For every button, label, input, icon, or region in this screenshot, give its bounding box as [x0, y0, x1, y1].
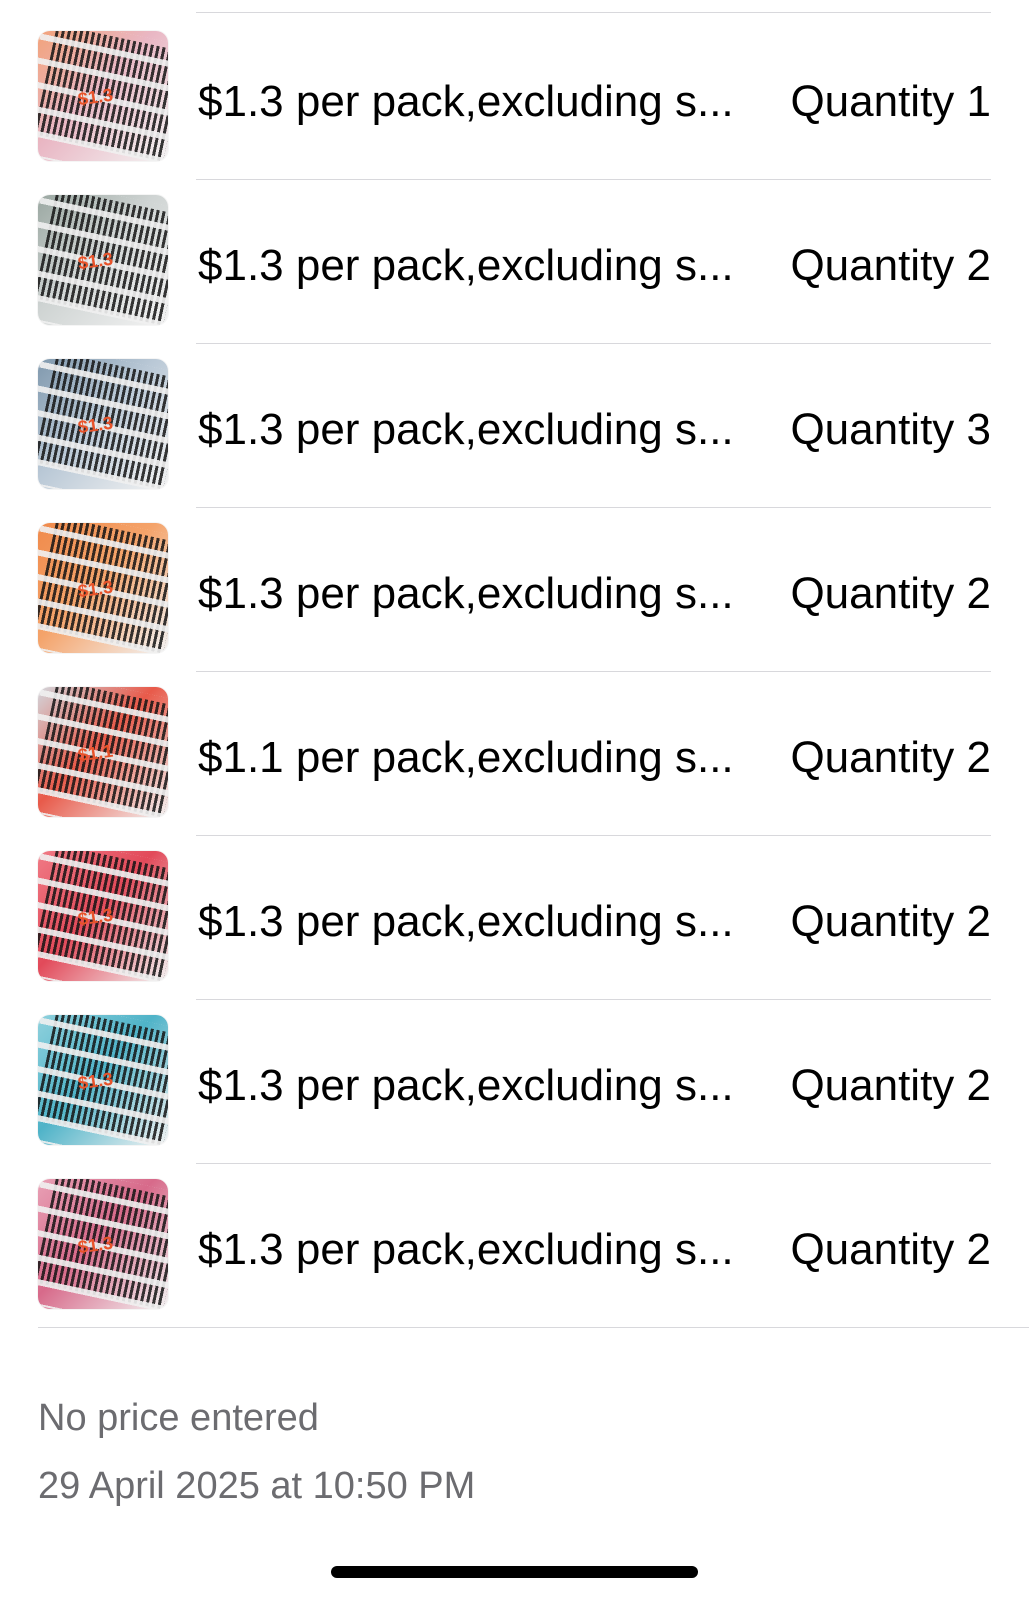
item-title: $1.3 per pack,excluding s... [198, 405, 734, 454]
order-timestamp: 29 April 2025 at 10:50 PM [38, 1465, 476, 1507]
product-thumbnail: $1.3 [38, 359, 168, 489]
list-item[interactable]: $1.1 $1.1 per pack,excluding s... Quantity… [0, 668, 1029, 836]
item-quantity: Quantity 2 [790, 241, 991, 290]
price-note: No price entered [38, 1397, 319, 1439]
list-item[interactable]: $1.3 $1.3 per pack,excluding s... Quantity… [0, 504, 1029, 672]
item-title: $1.1 per pack,excluding s... [198, 733, 734, 782]
list-item[interactable]: $1.3 $1.3 per pack,excluding s... Quantity… [0, 340, 1029, 508]
item-quantity: Quantity 2 [790, 569, 991, 618]
list-item[interactable]: $1.3 $1.3 per pack,excluding s... Quantity… [0, 12, 1029, 180]
item-title: $1.3 per pack,excluding s... [198, 241, 734, 290]
product-thumbnail: $1.1 [38, 687, 168, 817]
item-title: $1.3 per pack,excluding s... [198, 569, 734, 618]
list-item[interactable]: $1.3 $1.3 per pack,excluding s... Quantity… [0, 996, 1029, 1164]
item-quantity: Quantity 2 [790, 897, 991, 946]
item-title: $1.3 per pack,excluding s... [198, 77, 734, 126]
product-thumbnail: $1.3 [38, 523, 168, 653]
item-quantity: Quantity 1 [790, 77, 991, 126]
product-thumbnail: $1.3 [38, 1015, 168, 1145]
product-thumbnail: $1.3 [38, 31, 168, 161]
item-quantity: Quantity 2 [790, 733, 991, 782]
item-title: $1.3 per pack,excluding s... [198, 1225, 734, 1274]
list-item[interactable]: $1.3 $1.3 per pack,excluding s... Quantity… [0, 176, 1029, 344]
item-quantity: Quantity 2 [790, 1225, 991, 1274]
item-title: $1.3 per pack,excluding s... [198, 897, 734, 946]
home-indicator[interactable] [331, 1566, 698, 1578]
product-thumbnail: $1.3 [38, 851, 168, 981]
product-thumbnail: $1.3 [38, 195, 168, 325]
item-quantity: Quantity 3 [790, 405, 991, 454]
row-divider [38, 1327, 1029, 1328]
item-quantity: Quantity 2 [790, 1061, 991, 1110]
list-item[interactable]: $1.3 $1.3 per pack,excluding s... Quantity… [0, 1160, 1029, 1328]
product-thumbnail: $1.3 [38, 1179, 168, 1309]
list-item[interactable]: $1.3 $1.3 per pack,excluding s... Quantity… [0, 832, 1029, 1000]
item-title: $1.3 per pack,excluding s... [198, 1061, 734, 1110]
